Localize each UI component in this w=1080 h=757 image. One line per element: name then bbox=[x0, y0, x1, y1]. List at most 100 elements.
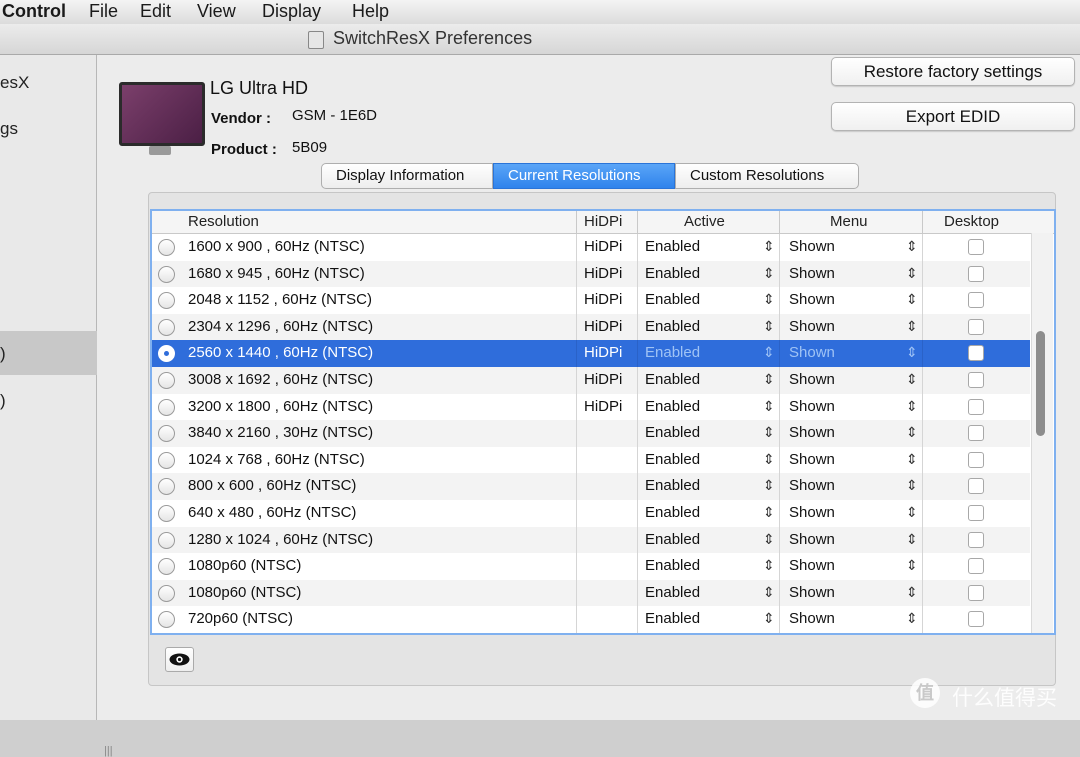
menu-display[interactable]: Display bbox=[262, 0, 321, 22]
row-desktop-checkbox[interactable] bbox=[968, 478, 984, 495]
table-row[interactable]: 1080p60 (NTSC) Enabled ⇕ Shown ⇕ bbox=[152, 553, 1030, 581]
up-down-chevron-icon[interactable]: ⇕ bbox=[906, 451, 918, 468]
up-down-chevron-icon[interactable]: ⇕ bbox=[906, 398, 918, 415]
table-row[interactable]: 1600 x 900 , 60Hz (NTSC) HiDPi Enabled ⇕ Sho… bbox=[152, 234, 1030, 261]
row-active-popup[interactable]: Enabled bbox=[645, 371, 700, 388]
row-desktop-checkbox[interactable] bbox=[968, 531, 984, 548]
row-menu-popup[interactable]: Shown bbox=[789, 371, 835, 388]
scrollbar-thumb[interactable] bbox=[1036, 331, 1045, 436]
table-row[interactable]: 1080p60 (NTSC) Enabled ⇕ Shown ⇕ bbox=[152, 579, 1030, 607]
table-row[interactable]: 3008 x 1692 , 60Hz (NTSC) HiDPi Enabled ⇕ Sh… bbox=[152, 367, 1030, 394]
up-down-chevron-icon[interactable]: ⇕ bbox=[763, 477, 775, 494]
row-active-popup[interactable]: Enabled bbox=[645, 238, 700, 255]
row-menu-popup[interactable]: Shown bbox=[789, 610, 835, 627]
row-radio-button[interactable] bbox=[158, 398, 175, 416]
up-down-chevron-icon[interactable]: ⇕ bbox=[763, 610, 775, 627]
up-down-chevron-icon[interactable]: ⇕ bbox=[763, 371, 775, 388]
row-menu-popup[interactable]: Shown bbox=[789, 477, 835, 494]
row-radio-button[interactable] bbox=[158, 265, 175, 283]
menu-app-name[interactable]: Control bbox=[2, 0, 66, 22]
row-desktop-checkbox[interactable] bbox=[968, 505, 984, 521]
menu-view[interactable]: View bbox=[197, 0, 236, 22]
row-desktop-checkbox[interactable] bbox=[968, 239, 984, 255]
row-active-popup[interactable]: Enabled bbox=[645, 584, 700, 601]
row-radio-button[interactable] bbox=[158, 292, 175, 310]
up-down-chevron-icon[interactable]: ⇕ bbox=[763, 584, 775, 601]
row-menu-popup[interactable]: Shown bbox=[789, 238, 835, 255]
up-down-chevron-icon[interactable]: ⇕ bbox=[763, 318, 775, 335]
header-desktop[interactable]: Desktop bbox=[944, 213, 999, 230]
row-menu-popup[interactable]: Shown bbox=[789, 504, 835, 521]
header-resolution[interactable]: Resolution bbox=[188, 213, 259, 230]
row-radio-button[interactable] bbox=[158, 451, 175, 469]
row-menu-popup[interactable]: Shown bbox=[789, 584, 835, 601]
row-active-popup[interactable]: Enabled bbox=[645, 398, 700, 415]
up-down-chevron-icon[interactable]: ⇕ bbox=[906, 610, 918, 627]
row-desktop-checkbox[interactable] bbox=[968, 451, 984, 468]
row-radio-button[interactable] bbox=[158, 611, 175, 629]
up-down-chevron-icon[interactable]: ⇕ bbox=[763, 504, 775, 521]
row-active-popup[interactable]: Enabled bbox=[645, 291, 700, 308]
restore-factory-settings-button[interactable]: Restore factory settings bbox=[831, 57, 1075, 86]
up-down-chevron-icon[interactable]: ⇕ bbox=[906, 291, 918, 308]
row-active-popup[interactable]: Enabled bbox=[645, 451, 700, 468]
row-active-popup[interactable]: Enabled bbox=[645, 265, 700, 282]
up-down-chevron-icon[interactable]: ⇕ bbox=[763, 265, 775, 282]
tab-custom-resolutions[interactable]: Custom Resolutions bbox=[675, 163, 859, 189]
row-radio-button[interactable] bbox=[158, 478, 175, 496]
row-active-popup[interactable]: Enabled bbox=[645, 557, 700, 574]
sidebar-item-display[interactable]: ) bbox=[0, 391, 6, 411]
row-active-popup[interactable]: Enabled bbox=[645, 610, 700, 627]
header-menu[interactable]: Menu bbox=[830, 213, 868, 230]
table-row[interactable]: 800 x 600 , 60Hz (NTSC) Enabled ⇕ Shown ⇕ bbox=[152, 473, 1030, 501]
tab-current-resolutions[interactable]: Current Resolutions bbox=[493, 163, 675, 189]
sidebar-resize-handle[interactable]: ||| bbox=[104, 745, 113, 757]
up-down-chevron-icon[interactable]: ⇕ bbox=[763, 531, 775, 548]
row-radio-button[interactable] bbox=[158, 531, 175, 549]
table-row[interactable]: 2048 x 1152 , 60Hz (NTSC) HiDPi Enabled ⇕ Sh… bbox=[152, 287, 1030, 315]
row-active-popup[interactable]: Enabled bbox=[645, 477, 700, 494]
table-row[interactable]: 3840 x 2160 , 30Hz (NTSC) Enabled ⇕ Shown ⇕ bbox=[152, 420, 1030, 448]
header-hidpi[interactable]: HiDPi bbox=[584, 213, 622, 230]
row-radio-button[interactable] bbox=[158, 345, 175, 363]
sidebar-item-display-selected[interactable]: ) bbox=[0, 344, 6, 364]
row-desktop-checkbox[interactable] bbox=[968, 292, 984, 309]
up-down-chevron-icon[interactable]: ⇕ bbox=[906, 318, 918, 335]
row-menu-popup[interactable]: Shown bbox=[789, 318, 835, 335]
up-down-chevron-icon[interactable]: ⇕ bbox=[763, 451, 775, 468]
row-desktop-checkbox[interactable] bbox=[968, 425, 984, 442]
row-radio-button[interactable] bbox=[158, 584, 175, 602]
row-radio-button[interactable] bbox=[158, 239, 175, 256]
row-radio-button[interactable] bbox=[158, 318, 175, 336]
row-active-popup[interactable]: Enabled bbox=[645, 531, 700, 548]
up-down-chevron-icon[interactable]: ⇕ bbox=[906, 424, 918, 441]
up-down-chevron-icon[interactable]: ⇕ bbox=[763, 344, 775, 361]
row-active-popup[interactable]: Enabled bbox=[645, 344, 700, 361]
sidebar-item-app[interactable]: esX bbox=[0, 73, 29, 93]
sidebar-item-settings[interactable]: gs bbox=[0, 119, 18, 139]
row-desktop-checkbox[interactable] bbox=[968, 265, 984, 282]
menu-file[interactable]: File bbox=[89, 0, 118, 22]
up-down-chevron-icon[interactable]: ⇕ bbox=[763, 238, 775, 255]
row-desktop-checkbox[interactable] bbox=[968, 372, 984, 388]
row-desktop-checkbox[interactable] bbox=[968, 558, 984, 575]
table-row[interactable]: 720p60 (NTSC) Enabled ⇕ Shown ⇕ bbox=[152, 606, 1030, 633]
up-down-chevron-icon[interactable]: ⇕ bbox=[763, 291, 775, 308]
row-radio-button[interactable] bbox=[158, 425, 175, 443]
up-down-chevron-icon[interactable]: ⇕ bbox=[906, 344, 918, 361]
table-row-selected[interactable]: 2560 x 1440 , 60Hz (NTSC) HiDPi Enabled ⇕ Sh… bbox=[152, 340, 1030, 368]
menu-help[interactable]: Help bbox=[352, 0, 389, 22]
row-desktop-checkbox[interactable] bbox=[968, 398, 984, 415]
up-down-chevron-icon[interactable]: ⇕ bbox=[763, 398, 775, 415]
menu-edit[interactable]: Edit bbox=[140, 0, 171, 22]
row-desktop-checkbox[interactable] bbox=[968, 345, 984, 362]
row-radio-button[interactable] bbox=[158, 558, 175, 576]
up-down-chevron-icon[interactable]: ⇕ bbox=[763, 557, 775, 574]
table-row[interactable]: 640 x 480 , 60Hz (NTSC) Enabled ⇕ Shown ⇕ bbox=[152, 500, 1030, 527]
up-down-chevron-icon[interactable]: ⇕ bbox=[763, 424, 775, 441]
row-desktop-checkbox[interactable] bbox=[968, 611, 984, 628]
row-menu-popup[interactable]: Shown bbox=[789, 344, 835, 361]
tab-display-information[interactable]: Display Information bbox=[321, 163, 493, 189]
up-down-chevron-icon[interactable]: ⇕ bbox=[906, 504, 918, 521]
row-active-popup[interactable]: Enabled bbox=[645, 504, 700, 521]
